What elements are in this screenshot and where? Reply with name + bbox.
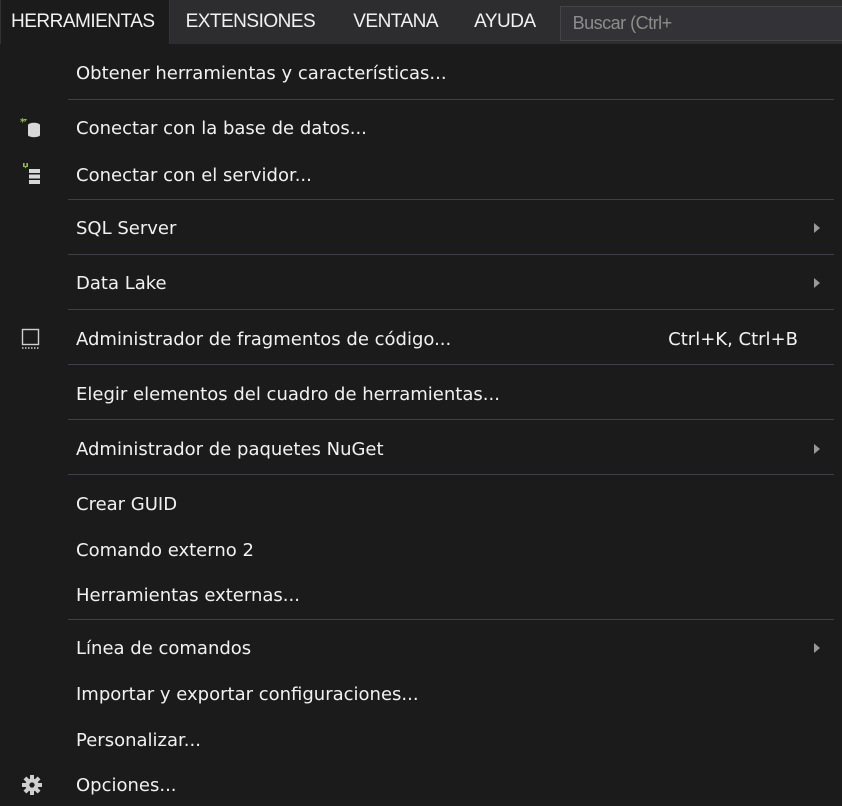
menu-item-label: Data Lake [76,272,167,294]
menu-item-shortcut: Ctrl+K, Ctrl+B [668,328,798,350]
menu-item-crear-guid[interactable]: Crear GUID [0,483,842,525]
menu-item-label: Línea de comandos [76,637,252,659]
menu-item-importar-exportar[interactable]: Importar y exportar configuraciones... [0,673,842,715]
submenu-arrow-icon [814,223,820,233]
menu-item-label: Importar y exportar configuraciones... [76,683,419,705]
gear-icon [20,773,44,797]
submenu-arrow-icon [814,278,820,288]
menu-item-conectar-base-datos[interactable]: * Conectar con la base de datos... [0,107,842,149]
svg-text:*: * [20,117,26,128]
herramientas-dropdown-menu: Obtener herramientas y características..… [0,44,842,805]
search-input[interactable]: Buscar (Ctrl+ [559,6,842,41]
menubar-ventana[interactable]: VENTANA [337,0,462,44]
menu-item-label: Opciones... [76,774,177,796]
menu-item-linea-comandos[interactable]: Línea de comandos [0,627,842,669]
menu-item-label: Herramientas externas... [76,584,300,606]
menu-item-label: Administrador de fragmentos de código... [76,328,452,350]
submenu-arrow-icon [814,643,820,653]
menu-separator [68,99,834,100]
submenu-arrow-icon [814,444,820,454]
menu-bar: HERRAMIENTAS EXTENSIONES VENTANA AYUDA B… [0,0,842,44]
database-connect-icon: * [20,116,44,140]
menu-item-label: SQL Server [76,217,177,239]
menu-item-label: Conectar con la base de datos... [76,117,367,139]
menu-item-label: Comando externo 2 [76,539,254,561]
menu-separator [68,619,834,620]
menu-separator [68,309,834,310]
menu-separator [68,199,834,200]
menu-separator [68,419,834,420]
menu-item-elegir-elementos[interactable]: Elegir elementos del cuadro de herramien… [0,373,842,415]
menu-item-administrador-fragmentos[interactable]: Administrador de fragmentos de código...… [0,318,842,360]
menu-item-sql-server[interactable]: SQL Server [0,207,842,249]
menu-item-opciones[interactable]: Opciones... [0,764,842,806]
menu-item-conectar-servidor[interactable]: Conectar con el servidor... [0,154,842,196]
menubar-herramientas[interactable]: HERRAMIENTAS [0,0,170,44]
menu-item-label: Personalizar... [76,729,201,751]
menu-item-obtener-herramientas[interactable]: Obtener herramientas y características..… [0,52,842,94]
snippet-icon [20,327,44,351]
menu-item-label: Administrador de paquetes NuGet [76,438,384,460]
menu-item-herramientas-externas[interactable]: Herramientas externas... [0,574,842,616]
menu-separator [68,254,834,255]
menu-separator [68,364,834,365]
menu-item-nuget[interactable]: Administrador de paquetes NuGet [0,428,842,470]
menu-item-personalizar[interactable]: Personalizar... [0,719,842,761]
server-connect-icon [20,163,44,187]
menu-item-label: Elegir elementos del cuadro de herramien… [76,383,500,405]
menu-item-data-lake[interactable]: Data Lake [0,262,842,304]
menu-item-label: Obtener herramientas y características..… [76,62,447,84]
menu-item-comando-externo[interactable]: Comando externo 2 [0,529,842,571]
menubar-extensiones[interactable]: EXTENSIONES [170,0,338,44]
menu-item-label: Conectar con el servidor... [76,164,312,186]
menu-item-label: Crear GUID [76,493,178,515]
menu-separator [68,474,834,475]
menubar-ayuda[interactable]: AYUDA [462,0,554,44]
